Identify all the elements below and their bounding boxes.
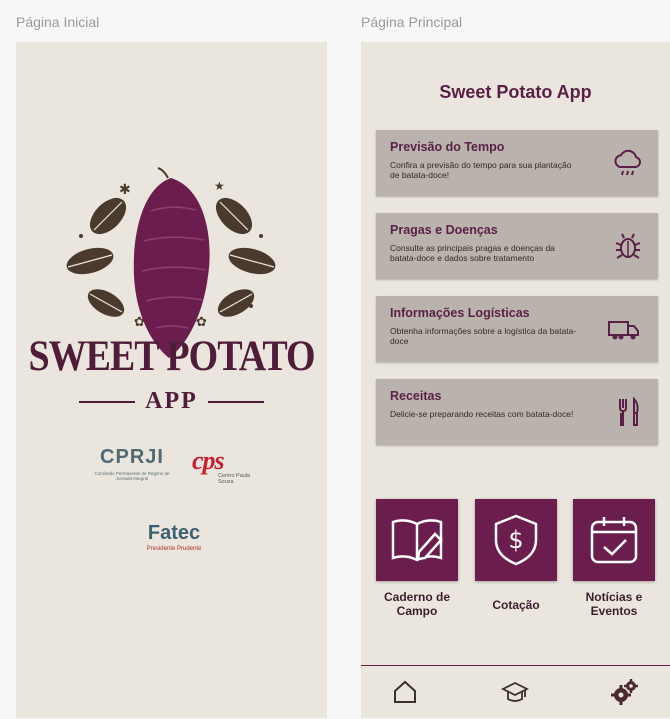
- brand-subtitle: APP: [16, 388, 327, 415]
- card-pests[interactable]: Pragas e Doenças Consulte as principais …: [376, 213, 658, 279]
- brand-title: SWEET POTATO: [28, 331, 315, 381]
- tile-quotation[interactable]: $: [475, 499, 557, 581]
- divider: [207, 400, 264, 403]
- card-title: Pragas e Doenças: [390, 223, 498, 237]
- card-title: Previsão do Tempo: [390, 140, 505, 154]
- svg-text:$: $: [508, 526, 523, 554]
- tile-field-notebook-label: Caderno de Campo: [383, 590, 450, 618]
- svg-text:✱: ✱: [119, 181, 131, 197]
- cprji-logo: CPRJI Comissão Permanente de Regime de J…: [92, 446, 172, 481]
- home-icon[interactable]: [391, 678, 419, 706]
- brand-subtitle-text: APP: [145, 388, 198, 414]
- card-title: Informações Logísticas: [390, 306, 530, 320]
- tile-news-events-label: Notícias e Eventos: [585, 590, 643, 618]
- tile-quotation-label: Cotação: [492, 598, 540, 612]
- app-title: Sweet Potato App: [439, 82, 592, 102]
- fatec-logo-text: Fatec: [147, 522, 201, 544]
- card-description: Obtenha informações sobre a logística da…: [390, 326, 577, 346]
- card-title: Receitas: [390, 389, 442, 403]
- splash-screen: ✱ ★ ✿ ✿ SWEET POTATO APP CPRJI Comissão …: [16, 42, 327, 718]
- cloud-rain-icon: [614, 149, 641, 176]
- cps-caption: Centro Paula Souza: [218, 473, 251, 485]
- fork-knife-icon: [619, 396, 639, 426]
- main-screen: Sweet Potato App Previsão do Tempo Confi…: [361, 42, 670, 718]
- left-screen-label: Página Inicial: [16, 14, 100, 30]
- tile-news-events[interactable]: [573, 499, 655, 581]
- fatec-caption: Presidente Prudente: [146, 546, 202, 552]
- card-description: Confira a previsão do tempo para sua pla…: [390, 160, 572, 180]
- notebook-pencil-icon: [391, 519, 443, 562]
- svg-text:★: ★: [214, 179, 225, 193]
- cps-logo: cps Centro Paula Souza: [192, 446, 262, 485]
- card-description: Consulte as principais pragas e doenças …: [390, 243, 555, 263]
- graduation-cap-icon[interactable]: [501, 678, 529, 706]
- calendar-check-icon: [590, 517, 638, 564]
- card-logistics[interactable]: Informações Logísticas Obtenha informaçõ…: [376, 296, 658, 362]
- fatec-logo: Fatec Presidente Prudente: [124, 522, 224, 552]
- right-screen-label: Página Principal: [361, 14, 463, 30]
- bottom-nav: [361, 665, 670, 719]
- truck-icon: [608, 321, 639, 340]
- card-weather[interactable]: Previsão do Tempo Confira a previsão do …: [376, 130, 658, 196]
- gears-icon[interactable]: [611, 678, 639, 706]
- card-recipes[interactable]: Receitas Delicie-se preparando receitas …: [376, 379, 658, 445]
- cps-logo-text: cps: [192, 446, 225, 475]
- cprji-caption: Comissão Permanente de Regime de Jornada…: [94, 471, 170, 481]
- cprji-logo-text: CPRJI: [100, 446, 164, 468]
- bug-icon: [615, 233, 641, 259]
- shield-dollar-icon: $: [494, 514, 538, 566]
- tile-field-notebook[interactable]: [376, 499, 458, 581]
- card-description: Delicie-se preparando receitas com batat…: [390, 409, 574, 419]
- divider: [79, 400, 136, 403]
